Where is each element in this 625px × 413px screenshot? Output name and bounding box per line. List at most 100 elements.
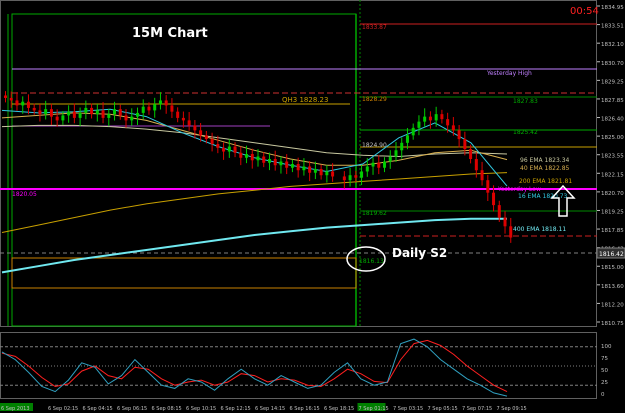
candle-body [417, 121, 421, 128]
candle-body [164, 100, 168, 106]
candle-body [216, 144, 220, 148]
candle-body [107, 114, 111, 118]
level-label: 1824.90 [362, 142, 387, 149]
x-tick-label: 7 Sep 09:15 [497, 406, 527, 412]
candle-body [348, 175, 352, 181]
x-tick-label: 6 Sep 04:15 [83, 406, 113, 412]
candle-body [32, 107, 36, 111]
level-label: 1827.83 [513, 98, 538, 105]
candle-body [463, 139, 467, 150]
candle-body [503, 217, 507, 227]
ema200-line [1, 172, 508, 233]
x-tick-label: 6 Sep 10:15 [186, 406, 216, 412]
candle-body [497, 205, 501, 218]
candle-body [319, 168, 323, 176]
candle-body [176, 111, 180, 118]
x-tick-label: 6 Sep 08:15 [152, 406, 182, 412]
candle-body [38, 110, 42, 115]
y-tick-label: 1827.85 [601, 98, 624, 104]
candle-body [296, 164, 300, 171]
candle-body [267, 159, 271, 163]
candle-body [256, 156, 260, 161]
candle-body [354, 175, 358, 178]
candle-body [61, 115, 65, 121]
candle-body [308, 166, 312, 173]
stochastic-main-line [1, 338, 508, 397]
candle-body [405, 135, 409, 143]
y-tick-label: 1823.55 [601, 154, 624, 160]
x-tick-label: 7 Sep 03:15 [393, 406, 423, 412]
ema16-line [1, 108, 508, 187]
candle-body [250, 154, 254, 161]
qh3-label: QH3 1828.23 [282, 96, 328, 104]
candle-body [377, 162, 381, 168]
candle-body [331, 171, 335, 177]
candle-body [113, 109, 117, 115]
candle-body [383, 161, 387, 168]
candle-body [170, 105, 174, 112]
y-tick-label: 1815.00 [601, 265, 624, 271]
candle-body [9, 97, 13, 101]
candle-body [90, 107, 94, 115]
y-tick-label: 1820.70 [601, 191, 624, 197]
candle-body [411, 127, 415, 136]
candle-body [440, 114, 444, 120]
y-tick-label: 1822.15 [601, 172, 624, 178]
ema200-label: 200 EMA 1821.81 [519, 178, 572, 185]
candle-body [457, 130, 461, 140]
candle-body [486, 180, 490, 193]
x-tick-label: 6 Sep 2013 [1, 406, 30, 412]
x-tick-label: 6 Sep 14:15 [255, 406, 285, 412]
yesterday-low-label: Yesterday Low [497, 186, 541, 193]
candle-body [262, 156, 266, 163]
level-label: 1819.62 [362, 210, 387, 217]
y-tick-label: 1825.00 [601, 135, 624, 141]
candle-body [26, 101, 30, 108]
x-tick-label: 7 Sep 01:15 [359, 406, 389, 412]
candle-body [290, 164, 294, 168]
candle-body [130, 116, 134, 121]
candle-body [480, 170, 484, 181]
candle-body [141, 106, 145, 113]
clock-readout: 00:54 [570, 6, 599, 17]
candle-body [101, 110, 105, 118]
ema16-label: 16 EMA 1820.73 [518, 193, 568, 200]
candle-body [78, 112, 82, 118]
stochastic-signal-line [1, 339, 508, 393]
y-tick-label: 1826.40 [601, 117, 624, 123]
y-tick-label: 1819.25 [601, 209, 624, 215]
candle-body [67, 111, 71, 116]
candle-body [124, 115, 128, 121]
y-tick-label: 1834.95 [601, 5, 624, 11]
price-chart[interactable]: 1834.95 1833.51 1832.10 1830.70 1829.25 1827.… [0, 0, 625, 413]
candle-body [428, 116, 432, 121]
stochastic-tick-label: 75 [601, 356, 608, 362]
stochastic-tick-label: 50 [601, 368, 608, 374]
candle-body [492, 192, 496, 206]
current-price-label: 1816.42 [599, 251, 624, 258]
candle-body [199, 130, 203, 136]
candle-body [153, 104, 157, 111]
level-label: 1825.42 [513, 129, 538, 136]
candle-body [21, 101, 25, 106]
candle-body [279, 161, 283, 166]
y-tick-label: 1829.25 [601, 79, 624, 85]
candle-body [233, 146, 237, 153]
candle-body [187, 120, 191, 126]
chart-window: 1834.95 1833.51 1832.10 1830.70 1829.25 1827.… [0, 0, 625, 413]
x-tick-label: 6 Sep 18:15 [324, 406, 354, 412]
daily-s2-label: Daily S2 [392, 246, 447, 260]
candle-body [158, 100, 162, 105]
candle-body [118, 109, 122, 116]
y-tick-label: 1830.70 [601, 61, 624, 67]
x-tick-label: 6 Sep 16:15 [290, 406, 320, 412]
ema96-label: 96 EMA 1823.34 [520, 157, 570, 164]
candle-body [446, 119, 450, 126]
chart-title: 15M Chart [132, 26, 208, 41]
stochastic-tick-label: 100 [601, 344, 612, 350]
candle-body [434, 114, 438, 121]
candle-body [204, 135, 208, 140]
candle-body [147, 106, 151, 111]
candle-body [313, 168, 317, 173]
candle-body [49, 109, 53, 117]
